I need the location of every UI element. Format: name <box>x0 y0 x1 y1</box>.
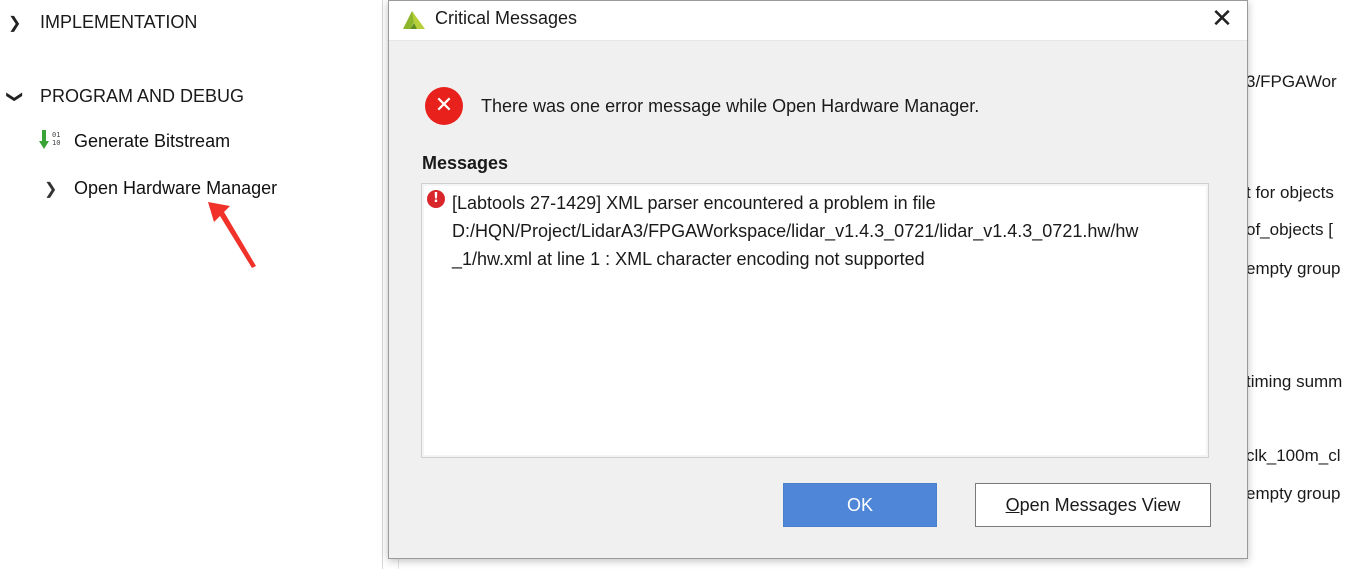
section-label: PROGRAM AND DEBUG <box>40 86 245 106</box>
chevron-right-icon: ❯ <box>8 14 22 32</box>
chevron-down-icon: ❯ <box>6 89 23 103</box>
messages-label: Messages <box>422 153 509 173</box>
critical-messages-dialog: Critical Messages ✕ ✕ There was one erro… <box>388 0 1248 559</box>
button-label: pen Messages View <box>1019 495 1181 515</box>
summary-text: There was one error message while Open H… <box>481 96 980 116</box>
message-line: D:/HQN/Project/LidarA3/FPGAWorkspace/lid… <box>452 221 1139 241</box>
error-icon: ! <box>427 190 445 208</box>
background-text: of_objects [ <box>1246 220 1333 239</box>
open-messages-view-button[interactable]: Open Messages View <box>975 483 1211 527</box>
section-implementation[interactable]: ❯ IMPLEMENTATION <box>8 12 197 33</box>
flow-navigator: ❯ IMPLEMENTATION ❯ PROGRAM AND DEBUG 01 1… <box>0 0 382 569</box>
bitstream-icon: 01 10 <box>39 130 68 152</box>
background-text: empty group <box>1246 484 1341 503</box>
vivado-logo-icon <box>403 11 425 29</box>
close-icon[interactable]: ✕ <box>1207 5 1237 35</box>
chevron-right-icon: ❯ <box>44 180 58 198</box>
ok-button[interactable]: OK <box>783 483 937 527</box>
error-icon: ✕ <box>425 87 463 125</box>
button-mnemonic: O <box>1005 495 1020 515</box>
dialog-titlebar[interactable]: Critical Messages ✕ <box>389 1 1247 41</box>
annotation-arrow-icon <box>208 202 256 268</box>
background-text: 3/FPGAWor <box>1246 72 1337 91</box>
list-item[interactable]: [Labtools 27-1429] XML parser encountere… <box>452 189 1192 273</box>
messages-list[interactable]: ! [Labtools 27-1429] XML parser encounte… <box>421 183 1209 458</box>
panel-divider <box>382 0 383 569</box>
background-text: timing summ <box>1246 372 1343 391</box>
background-text: clk_100m_cl <box>1246 446 1341 465</box>
dialog-title: Critical Messages <box>435 8 578 28</box>
section-program-and-debug[interactable]: ❯ PROGRAM AND DEBUG <box>6 86 245 107</box>
background-text: empty group <box>1246 259 1341 278</box>
message-line: _1/hw.xml at line 1 : XML character enco… <box>452 249 925 269</box>
vivado-window: ❯ IMPLEMENTATION ❯ PROGRAM AND DEBUG 01 1… <box>0 0 1347 569</box>
section-label: IMPLEMENTATION <box>40 12 198 32</box>
nav-item-label: Generate Bitstream <box>74 130 231 151</box>
background-text: t for objects <box>1246 183 1334 202</box>
nav-item-generate-bitstream[interactable]: 01 10 Generate Bitstream <box>39 130 231 152</box>
message-line: [Labtools 27-1429] XML parser encountere… <box>452 193 936 213</box>
